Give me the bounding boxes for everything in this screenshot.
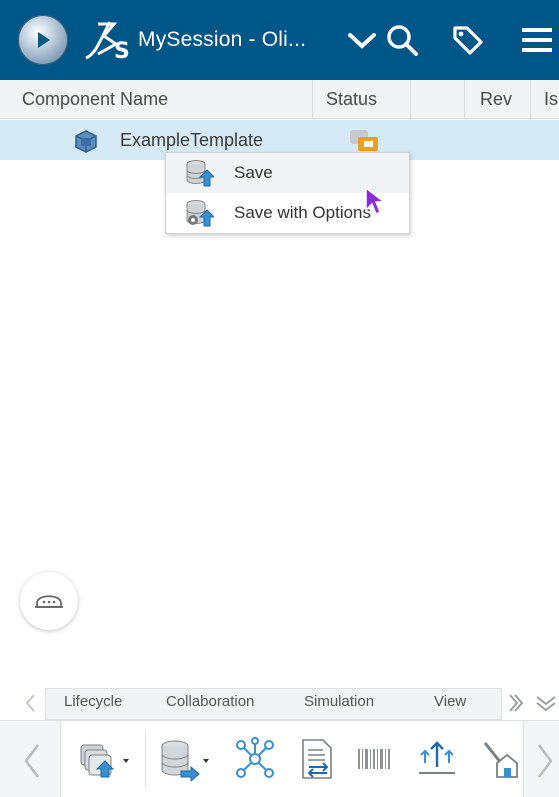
toolbar-buttons: [60, 721, 524, 797]
toolbar-divider: [145, 731, 146, 787]
tab-collaboration[interactable]: Collaboration: [166, 693, 254, 710]
save-database-icon[interactable]: [155, 737, 215, 781]
feedback-button[interactable]: [20, 572, 78, 630]
speech-bubble-icon: [35, 595, 63, 608]
tabs-scroll-right-icon[interactable]: [506, 692, 524, 714]
column-header-is[interactable]: Is: [544, 80, 558, 118]
column-divider: [464, 80, 465, 118]
component-icon: [75, 130, 97, 153]
mouse-cursor-icon: [365, 186, 386, 216]
column-header-status[interactable]: Status: [326, 80, 377, 118]
component-stack-icon[interactable]: [75, 737, 135, 781]
menu-icon[interactable]: [518, 22, 558, 58]
share-upload-icon[interactable]: [415, 737, 459, 781]
3ds-logo-icon: S: [85, 21, 130, 64]
column-header-component-name[interactable]: Component Name: [22, 80, 168, 118]
tag-icon[interactable]: [450, 22, 486, 58]
top-bar: S MySession - Oli...: [0, 0, 559, 80]
toolbar-scroll-left-icon[interactable]: [18, 741, 46, 781]
component-name: ExampleTemplate: [120, 130, 264, 150]
database-save-options-icon: [186, 200, 214, 227]
barcode-icon[interactable]: [355, 737, 395, 781]
svg-text:S: S: [114, 39, 130, 64]
tabs-scroll-left-icon[interactable]: [22, 692, 40, 714]
tab-view[interactable]: View: [434, 693, 466, 710]
column-divider: [410, 80, 411, 118]
tab-simulation[interactable]: Simulation: [304, 693, 374, 710]
action-toolbar: [0, 720, 559, 797]
chevron-down-icon[interactable]: [344, 22, 380, 58]
tabs-strip: Lifecycle Collaboration Simulation View: [45, 688, 502, 720]
menu-label-save-with-options: Save with Options: [234, 203, 372, 222]
session-title[interactable]: MySession - Oli...: [138, 28, 306, 52]
section-tabs: Lifecycle Collaboration Simulation View: [0, 688, 559, 720]
compass-icon[interactable]: [18, 15, 68, 65]
search-icon[interactable]: [384, 22, 420, 58]
document-compare-icon[interactable]: [295, 737, 339, 781]
table-header: Component Name Status Rev Is: [0, 80, 559, 119]
network-icon[interactable]: [233, 737, 277, 781]
menu-label-save: Save: [234, 163, 273, 182]
column-header-rev[interactable]: Rev: [480, 80, 512, 118]
tabs-expand-icon[interactable]: [534, 692, 558, 714]
column-divider: [530, 80, 531, 118]
status-icon: [350, 130, 378, 151]
edit-house-icon[interactable]: [479, 737, 519, 781]
column-divider: [312, 80, 313, 118]
toolbar-scroll-right-icon[interactable]: [531, 741, 559, 781]
tab-lifecycle[interactable]: Lifecycle: [64, 693, 122, 710]
database-save-icon: [186, 160, 214, 187]
